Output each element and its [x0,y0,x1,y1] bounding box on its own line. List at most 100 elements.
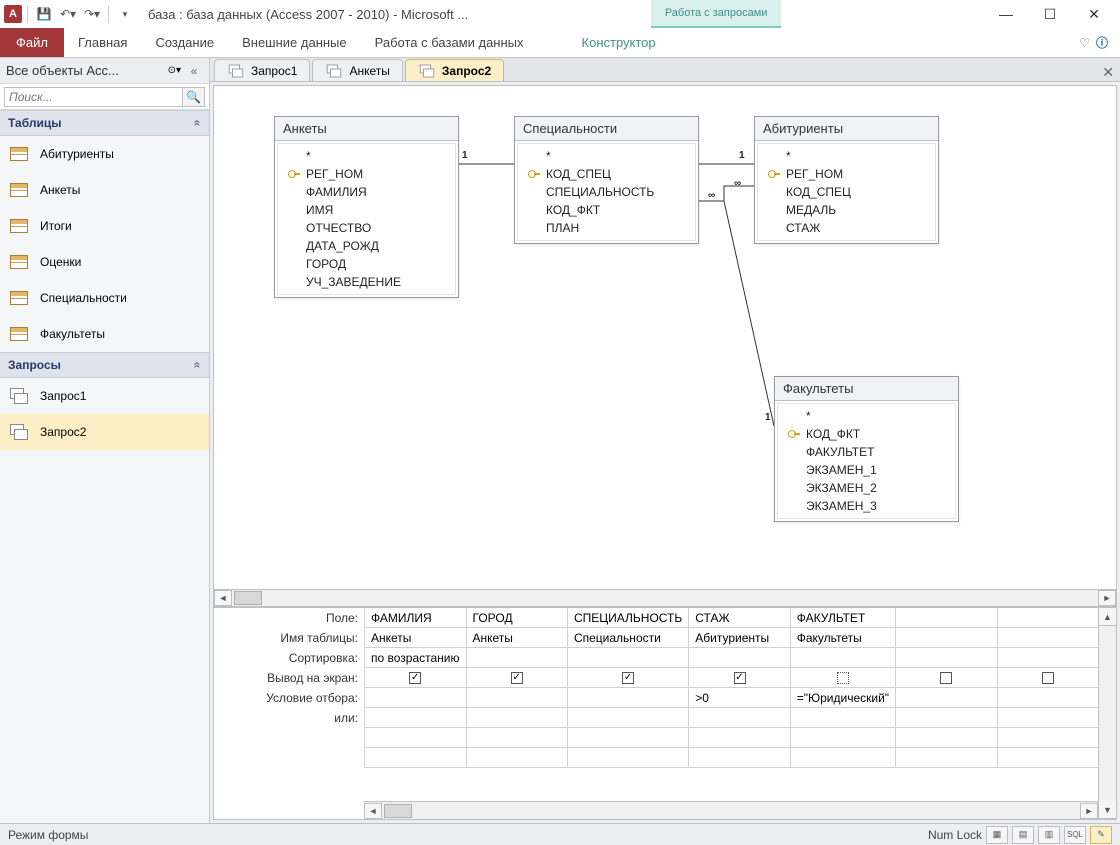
qbe-or[interactable] [365,708,466,728]
qbe-show[interactable]: ✓ [568,668,688,688]
field-row[interactable]: * [524,147,689,165]
qbe-criteria[interactable] [896,688,996,708]
qat-customize-icon[interactable]: ▾ [114,3,136,25]
scroll-up-icon[interactable]: ▲ [1099,608,1116,626]
search-icon[interactable]: 🔍 [183,87,205,107]
nav-item[interactable]: Запрос1 [0,378,209,414]
field-row[interactable]: ЭКЗАМЕН_3 [784,497,949,515]
nav-item[interactable]: Факультеты [0,316,209,352]
view-sql-icon[interactable]: SQL [1064,826,1086,844]
field-row[interactable]: * [784,407,949,425]
qbe-column[interactable]: ФАМИЛИЯАнкетыпо возрастанию✓ [364,608,466,768]
ribbon-tab-create[interactable]: Создание [141,28,228,57]
qbe-criteria[interactable] [365,688,466,708]
qbe-column[interactable]: ГОРОДАнкеты✓ [466,608,567,768]
document-close-icon[interactable]: ✕ [1102,64,1120,81]
qbe-column[interactable] [895,608,996,768]
diagram-hscroll[interactable]: ◄ ► [214,589,1116,607]
ribbon-tab-home[interactable]: Главная [64,28,141,57]
field-row[interactable]: ДАТА_РОЖД [284,237,449,255]
minimize-button[interactable]: — [984,0,1028,28]
field-row[interactable]: МЕДАЛЬ [764,201,929,219]
qbe-field[interactable]: ФАКУЛЬТЕТ [791,608,895,628]
qbe-blank[interactable] [689,728,789,748]
qbe-or[interactable] [689,708,789,728]
qbe-blank[interactable] [568,728,688,748]
field-row[interactable]: КОД_ФКТ [524,201,689,219]
nav-group-header[interactable]: Таблицы« [0,110,209,136]
field-row[interactable]: ЭКЗАМЕН_1 [784,461,949,479]
scroll-right-icon[interactable]: ► [1098,590,1116,606]
field-row[interactable]: КОД_СПЕЦ [524,165,689,183]
qbe-field[interactable] [896,608,996,628]
view-datasheet-icon[interactable]: ▦ [986,826,1008,844]
nav-item[interactable]: Оценки [0,244,209,280]
field-row[interactable]: ОТЧЕСТВО [284,219,449,237]
qbe-column[interactable]: СПЕЦИАЛЬНОСТЬСпециальности✓ [567,608,688,768]
file-tab[interactable]: Файл [0,28,64,57]
table-box[interactable]: Специальности*КОД_СПЕЦСПЕЦИАЛЬНОСТЬКОД_Ф… [514,116,699,244]
qbe-blank[interactable] [568,748,688,768]
maximize-button[interactable]: ☐ [1028,0,1072,28]
field-row[interactable]: УЧ_ЗАВЕДЕНИЕ [284,273,449,291]
qbe-vscroll[interactable]: ▲ ▼ [1098,608,1116,819]
help-icon[interactable]: ⓘ [1096,34,1108,51]
qbe-table-name[interactable]: Анкеты [365,628,466,648]
nav-item[interactable]: Анкеты [0,172,209,208]
qbe-or[interactable] [998,708,1098,728]
qbe-show[interactable]: ✓ [467,668,567,688]
nav-header-dropdown-icon[interactable]: ⊙▾ [168,65,181,76]
scroll-down-icon[interactable]: ▼ [1099,801,1116,819]
field-row[interactable]: * [284,147,449,165]
qbe-show[interactable] [896,668,996,688]
qbe-sort[interactable] [467,648,567,668]
redo-icon[interactable]: ↷▾ [81,3,103,25]
qbe-blank[interactable] [467,748,567,768]
field-row[interactable]: РЕГ_НОМ [764,165,929,183]
diagram-pane[interactable]: 1 1 1 ∞ ∞ 1 Анкеты*РЕГ_НОМФАМИЛИЯИМЯОТЧЕ… [214,86,1116,589]
qbe-sort[interactable] [791,648,895,668]
qbe-field[interactable]: ФАМИЛИЯ [365,608,466,628]
qbe-blank[interactable] [896,748,996,768]
qbe-table-name[interactable]: Абитуриенты [689,628,789,648]
qbe-sort[interactable] [568,648,688,668]
scroll-left-icon[interactable]: ◄ [214,590,232,606]
nav-header[interactable]: Все объекты Acc... ⊙▾ « [0,58,209,84]
qbe-or[interactable] [896,708,996,728]
scroll-left-icon[interactable]: ◄ [364,803,382,819]
ribbon-tab-dbtools[interactable]: Работа с базами данных [361,28,538,57]
qbe-columns[interactable]: ФАМИЛИЯАнкетыпо возрастанию✓ГОРОДАнкеты✓… [364,608,1098,819]
nav-group-header[interactable]: Запросы« [0,352,209,378]
field-row[interactable]: ФАМИЛИЯ [284,183,449,201]
field-row[interactable]: КОД_СПЕЦ [764,183,929,201]
qbe-blank[interactable] [998,748,1098,768]
qbe-sort[interactable] [689,648,789,668]
qbe-blank[interactable] [791,748,895,768]
qbe-criteria[interactable] [467,688,567,708]
field-row[interactable]: ИМЯ [284,201,449,219]
document-tab[interactable]: Анкеты [312,59,402,81]
qbe-sort[interactable] [896,648,996,668]
document-tab[interactable]: Запрос1 [214,59,310,81]
qbe-table-name[interactable]: Факультеты [791,628,895,648]
qbe-show[interactable]: ✓ [689,668,789,688]
document-tab[interactable]: Запрос2 [405,59,504,81]
search-input[interactable] [4,87,183,107]
scroll-right-icon[interactable]: ► [1080,803,1098,819]
qbe-column[interactable]: СТАЖАбитуриенты✓>0 [688,608,789,768]
field-row[interactable]: ФАКУЛЬТЕТ [784,443,949,461]
ribbon-tab-design[interactable]: Конструктор [568,28,670,57]
undo-icon[interactable]: ↶▾ [57,3,79,25]
field-row[interactable]: РЕГ_НОМ [284,165,449,183]
qbe-hscroll[interactable]: ◄ ► [364,801,1098,819]
scroll-thumb[interactable] [384,804,412,818]
qbe-blank[interactable] [467,728,567,748]
qbe-field[interactable]: ГОРОД [467,608,567,628]
close-button[interactable]: ✕ [1072,0,1116,28]
view-design-icon[interactable]: ✎ [1090,826,1112,844]
qbe-or[interactable] [568,708,688,728]
qbe-blank[interactable] [365,728,466,748]
qbe-sort[interactable]: по возрастанию [365,648,466,668]
ribbon-minimize-icon[interactable]: ♡ [1079,36,1090,50]
qbe-column[interactable] [997,608,1098,768]
